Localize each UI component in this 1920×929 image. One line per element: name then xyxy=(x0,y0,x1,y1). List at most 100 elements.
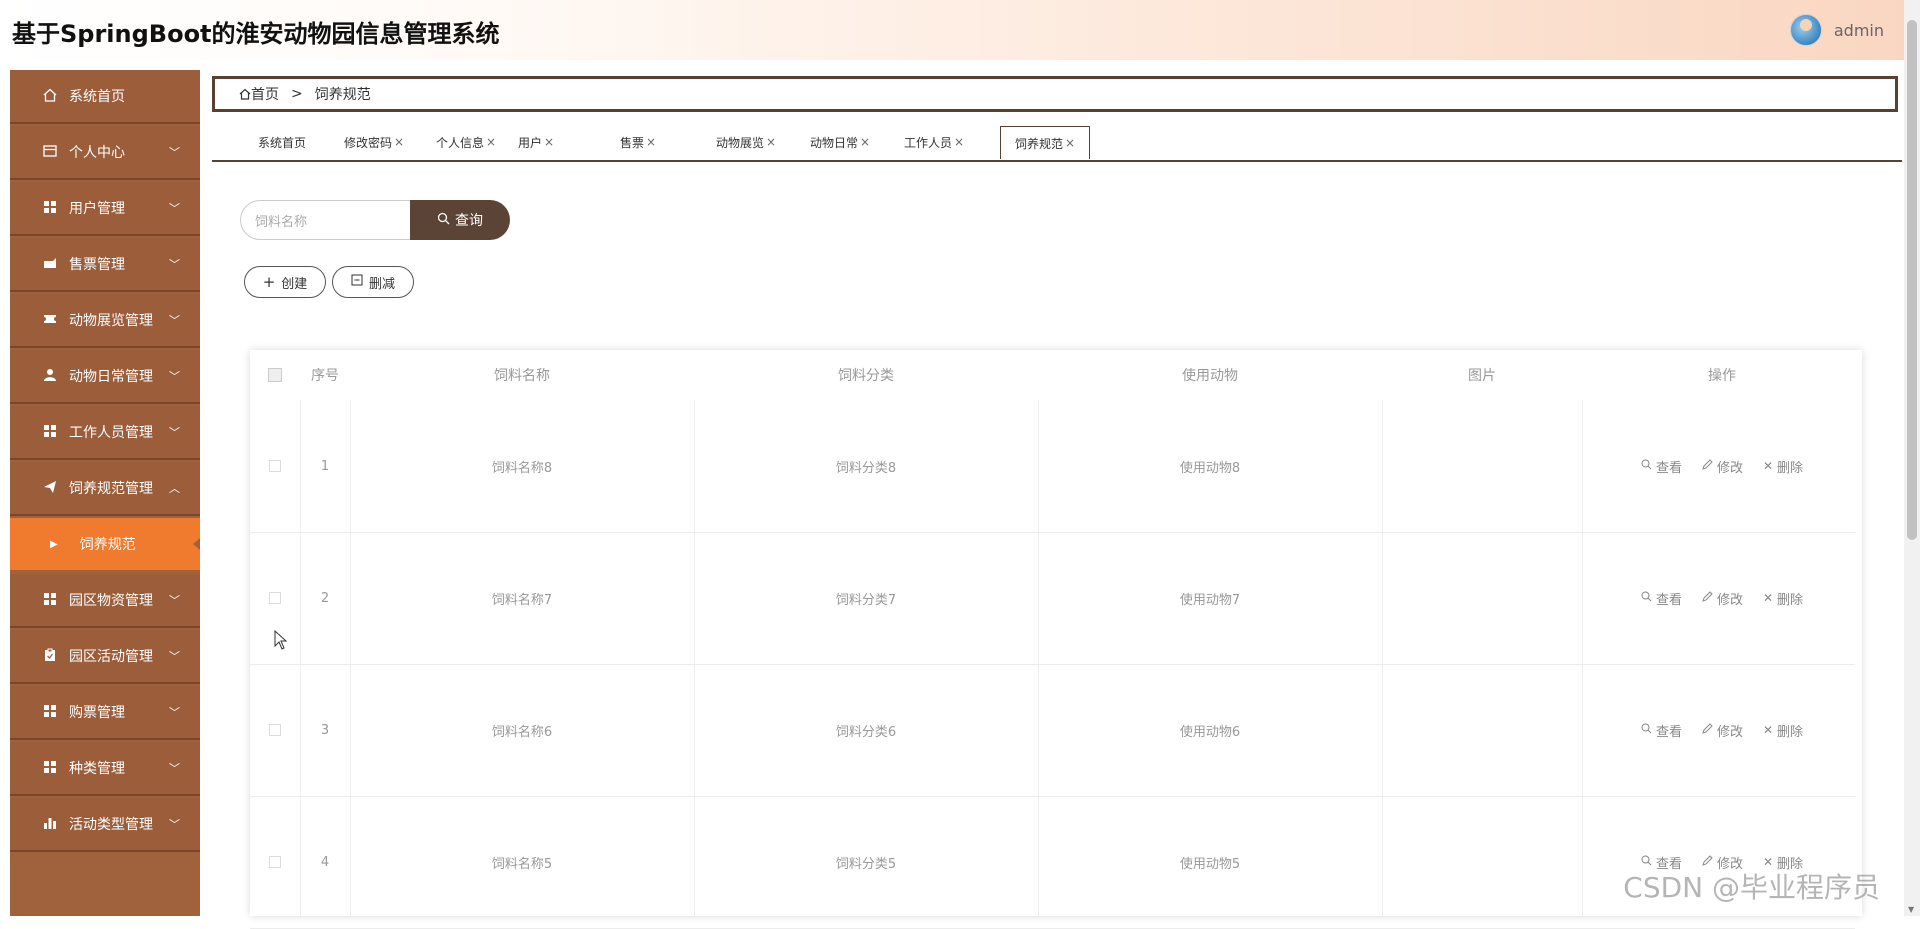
close-icon[interactable]: × xyxy=(486,135,496,149)
chevron-down-icon: ﹀ xyxy=(169,650,180,663)
chevron-up-icon: ︿ xyxy=(169,482,180,495)
pencil-icon xyxy=(1702,723,1713,737)
sidebar-item-13[interactable]: 活动类型管理 ﹀ xyxy=(10,798,200,850)
table-row: 2 饲料名称7 饲料分类7 使用动物7 查看 修改 ✕ 删除 xyxy=(250,532,1855,665)
sidebar-item-0[interactable]: 系统首页 xyxy=(10,70,200,122)
view-button[interactable]: 查看 xyxy=(1641,589,1682,608)
close-icon[interactable]: × xyxy=(646,135,656,149)
col-index: 序号 xyxy=(311,368,339,384)
tab-label: 工作人员 xyxy=(903,135,952,150)
row-animal: 使用动物8 xyxy=(1179,460,1241,476)
sidebar-item-3[interactable]: 售票管理 ﹀ xyxy=(10,238,200,290)
select-all-checkbox[interactable] xyxy=(250,350,300,400)
tab-label: 动物展览 xyxy=(715,135,764,150)
delete-row-button[interactable]: ✕ 删除 xyxy=(1763,589,1803,608)
tab-5[interactable]: 动物展览 × xyxy=(708,126,784,158)
tab-2[interactable]: 个人信息 × xyxy=(428,126,504,158)
home-icon xyxy=(41,88,59,105)
chevron-down-icon: ﹀ xyxy=(169,146,180,159)
tab-1[interactable]: 修改密码 × xyxy=(336,126,412,158)
row-checkbox[interactable] xyxy=(250,400,300,532)
tab-8[interactable]: 饲养规范 × xyxy=(1000,126,1090,159)
home-icon[interactable] xyxy=(239,88,251,100)
edit-button[interactable]: 修改 xyxy=(1702,589,1743,608)
close-icon: ✕ xyxy=(1762,459,1774,473)
tab-label: 修改密码 xyxy=(343,135,392,150)
row-checkbox[interactable] xyxy=(250,664,300,796)
search-button[interactable]: 查询 xyxy=(410,200,510,240)
scrollbar[interactable]: ▼ xyxy=(1904,0,1920,916)
sidebar-item-1[interactable]: 个人中心 ﹀ xyxy=(10,126,200,178)
sidebar-subitem-feeding-standard[interactable]: ▶ 饲养规范 xyxy=(10,518,200,570)
sidebar-item-label: 园区活动管理 xyxy=(69,649,153,665)
sidebar-item-4[interactable]: 动物展览管理 ﹀ xyxy=(10,294,200,346)
grid-icon xyxy=(41,424,59,441)
tab-0[interactable]: 系统首页 xyxy=(248,126,316,158)
sidebar-item-10[interactable]: 园区活动管理 ﹀ xyxy=(10,630,200,682)
view-label: 查看 xyxy=(1655,724,1682,740)
col-category: 饲料分类 xyxy=(838,368,894,384)
sidebar-item-label: 售票管理 xyxy=(69,257,125,273)
username[interactable]: admin xyxy=(1834,21,1884,40)
tab-4[interactable]: 售票 × xyxy=(612,126,664,158)
film-icon xyxy=(41,312,59,329)
breadcrumb-home[interactable]: 首页 xyxy=(251,84,279,104)
close-icon[interactable]: × xyxy=(860,135,870,149)
sidebar-item-6[interactable]: 工作人员管理 ﹀ xyxy=(10,406,200,458)
close-icon[interactable]: × xyxy=(766,135,776,149)
search-input[interactable]: 饲料名称 xyxy=(240,200,412,240)
row-checkbox[interactable] xyxy=(250,796,300,928)
sidebar-item-5[interactable]: 动物日常管理 ﹀ xyxy=(10,350,200,402)
row-image xyxy=(1382,664,1582,796)
delete-row-button[interactable]: ✕ 删除 xyxy=(1763,457,1803,476)
plus-icon: + xyxy=(262,273,276,291)
tab-label: 个人信息 xyxy=(435,135,484,150)
scrollbar-thumb[interactable] xyxy=(1907,20,1917,540)
row-category: 饲料分类5 xyxy=(835,856,897,872)
sidebar-item-label: 系统首页 xyxy=(69,89,125,105)
chevron-down-icon: ﹀ xyxy=(169,370,180,383)
sidebar-item-label: 用户管理 xyxy=(69,201,125,217)
row-actions: 查看 修改 ✕ 删除 xyxy=(1582,400,1862,532)
sidebar-item-7[interactable]: 饲养规范管理 ︿ xyxy=(10,462,200,514)
view-button[interactable]: 查看 xyxy=(1641,721,1682,740)
sidebar-item-label: 种类管理 xyxy=(69,761,125,777)
sidebar-item-label: 活动类型管理 xyxy=(69,817,153,833)
tab-6[interactable]: 动物日常 × xyxy=(802,126,878,158)
tab-7[interactable]: 工作人员 × xyxy=(896,126,972,158)
close-icon[interactable]: × xyxy=(394,135,404,149)
scroll-down-icon[interactable]: ▼ xyxy=(1908,905,1914,914)
delete-row-button[interactable]: ✕ 删除 xyxy=(1763,721,1803,740)
delete-button[interactable]: 删减 xyxy=(332,266,414,298)
sidebar-item-12[interactable]: 种类管理 ﹀ xyxy=(10,742,200,794)
chevron-down-icon: ﹀ xyxy=(169,314,180,327)
row-image xyxy=(1382,796,1582,928)
sidebar-item-9[interactable]: 园区物资管理 ﹀ xyxy=(10,574,200,626)
col-animal: 使用动物 xyxy=(1182,368,1238,384)
create-button[interactable]: + 创建 xyxy=(244,266,326,298)
tab-3[interactable]: 用户 × xyxy=(512,126,560,158)
sidebar-item-label: 个人中心 xyxy=(69,145,125,161)
sidebar-item-label: 购票管理 xyxy=(69,705,125,721)
view-label: 查看 xyxy=(1655,460,1682,476)
sidebar-item-11[interactable]: 购票管理 ﹀ xyxy=(10,686,200,738)
chevron-down-icon: ﹀ xyxy=(169,426,180,439)
edit-button[interactable]: 修改 xyxy=(1702,721,1743,740)
tab-label: 饲养规范 xyxy=(1014,136,1063,151)
edit-button[interactable]: 修改 xyxy=(1702,457,1743,476)
table-row: 1 饲料名称8 饲料分类8 使用动物8 查看 修改 ✕ 删除 xyxy=(250,400,1855,533)
close-icon[interactable]: × xyxy=(954,135,964,149)
close-icon[interactable]: × xyxy=(1065,136,1075,150)
row-index: 4 xyxy=(320,854,330,870)
close-icon[interactable]: × xyxy=(544,135,554,149)
view-button[interactable]: 查看 xyxy=(1641,457,1682,476)
sidebar-item-2[interactable]: 用户管理 ﹀ xyxy=(10,182,200,234)
search-icon xyxy=(1641,723,1652,737)
sidebar-item-label: 饲养规范管理 xyxy=(69,481,153,497)
avatar[interactable] xyxy=(1789,14,1822,46)
chevron-down-icon: ﹀ xyxy=(169,706,180,719)
grid-icon xyxy=(41,704,59,721)
row-index: 2 xyxy=(320,590,330,606)
row-image xyxy=(1382,400,1582,532)
user-menu[interactable]: admin xyxy=(1789,14,1884,46)
